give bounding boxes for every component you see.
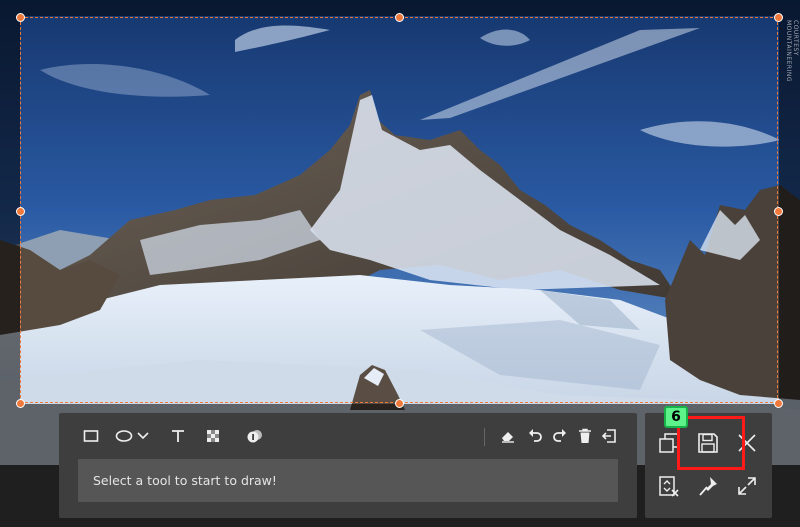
mosaic-icon [207,430,219,442]
resize-handle-top[interactable] [395,13,404,22]
eraser-icon [502,432,514,443]
pin-icon [699,477,717,496]
resize-handle-top-left[interactable] [16,13,25,22]
resize-handle-top-right[interactable] [774,13,783,22]
eraser-tool[interactable] [496,424,520,448]
fullscreen-button[interactable] [732,471,762,501]
expand-icon [738,477,756,495]
resize-handle-bottom[interactable] [395,399,404,408]
scroll-capture-icon [659,476,679,497]
drawing-toolbar: Select a tool to start to draw! [59,413,637,518]
step-number-badge: 6 [664,406,688,428]
number-marker-tool[interactable] [243,424,267,448]
undo-icon [529,429,542,442]
resize-handle-right[interactable] [774,207,783,216]
photo-watermark: COURTESY MOUNTAINEERING [785,20,799,82]
redo-icon [553,429,566,442]
number-marker-icon [247,430,262,443]
rectangle-icon [83,430,99,442]
text-icon [172,430,184,442]
resize-handle-bottom-right[interactable] [774,399,783,408]
pin-button[interactable] [693,471,723,501]
ellipse-icon [115,430,133,442]
resize-handle-left[interactable] [16,207,25,216]
draw-hint-message: Select a tool to start to draw! [78,459,618,502]
scroll-capture-button[interactable] [654,471,684,501]
delete-tool[interactable] [573,424,597,448]
toolbar-separator [484,428,485,446]
exit-draw-tool[interactable] [597,424,621,448]
trash-icon [579,428,591,443]
capture-selection-rectangle[interactable] [20,17,778,403]
undo-tool[interactable] [523,424,547,448]
redo-tool[interactable] [548,424,572,448]
text-tool[interactable] [166,424,190,448]
ellipse-tool[interactable] [112,424,136,448]
mosaic-tool[interactable] [201,424,225,448]
resize-handle-bottom-left[interactable] [16,399,25,408]
exit-icon [601,429,616,443]
rectangle-tool[interactable] [79,424,103,448]
arrow-dropdown-tool[interactable] [135,424,151,448]
chevron-down-icon [137,432,149,440]
